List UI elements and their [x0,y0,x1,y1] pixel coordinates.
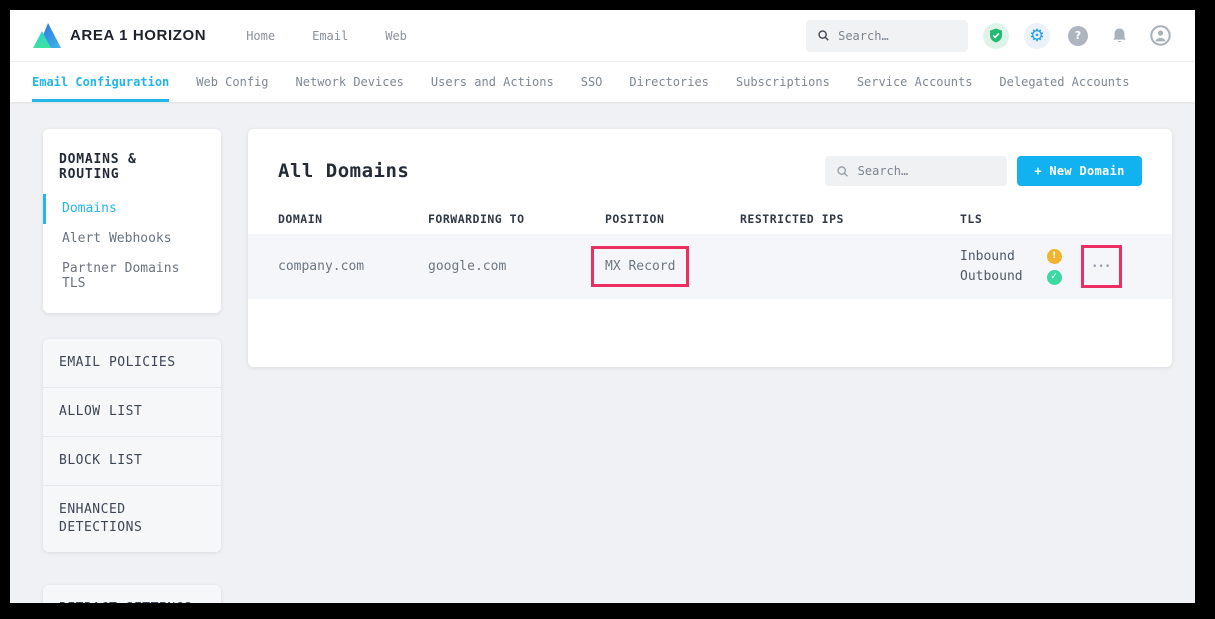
account-button[interactable] [1147,23,1173,49]
column-header-domain: DOMAIN [278,212,428,226]
top-nav: Home Email Web [246,29,407,43]
sidebar-item-enhanced-detections[interactable]: ENHANCED DETECTIONS [43,486,221,552]
shield-check-icon [989,28,1003,43]
sidebar-item-partner-domains-tls[interactable]: Partner Domains TLS [43,254,221,299]
domains-table-header: DOMAIN FORWARDING TO POSITION RESTRICTED… [248,204,1172,234]
app-window: AREA 1 HORIZON Home Email Web [10,10,1195,603]
notifications-button[interactable] [1106,23,1132,49]
column-header-forwarding-to: FORWARDING TO [428,212,605,226]
cell-forwarding-to: google.com [428,259,605,274]
panel-header: All Domains + New Domain [248,129,1172,204]
brand-logo[interactable]: AREA 1 HORIZON [32,22,206,50]
sidebar-item-alert-webhooks[interactable]: Alert Webhooks [43,224,221,254]
retract-settings-card: RETRACT SETTINGS [43,585,221,603]
bell-icon [1111,27,1128,45]
tls-inbound-label: Inbound [960,247,1023,267]
settings-tab-bar: Email Configuration Web Config Network D… [10,62,1195,102]
top-bar-actions: ⚙ ? [806,20,1173,52]
ellipsis-menu-icon[interactable]: ••• [1092,262,1111,272]
column-header-position: POSITION [605,212,740,226]
tab-users-and-actions[interactable]: Users and Actions [431,62,554,102]
policies-card: EMAIL POLICIES ALLOW LIST BLOCK LIST ENH… [43,339,221,552]
question-icon: ? [1068,26,1088,46]
sidebar-item-domains[interactable]: Domains [43,194,221,224]
tab-network-devices[interactable]: Network Devices [296,62,404,102]
tab-directories[interactable]: Directories [629,62,708,102]
content-area: DOMAINS & ROUTING Domains Alert Webhooks… [10,102,1195,603]
tls-outbound-label: Outbound [960,267,1023,287]
domains-routing-title: DOMAINS & ROUTING [43,142,221,194]
global-search[interactable] [806,20,968,52]
help-button[interactable]: ? [1065,23,1091,49]
settings-button[interactable]: ⚙ [1024,23,1050,49]
tab-subscriptions[interactable]: Subscriptions [736,62,830,102]
sidebar-item-retract-settings[interactable]: RETRACT SETTINGS [43,585,221,603]
cell-actions: ••• [1062,245,1142,288]
search-icon [837,165,848,178]
global-search-input[interactable] [838,29,956,43]
user-avatar-icon [1150,25,1171,46]
panel-header-actions: + New Domain [825,156,1141,186]
cell-tls: Inbound Outbound ! ✓ [960,247,1062,287]
tab-web-config[interactable]: Web Config [196,62,268,102]
domains-routing-card: DOMAINS & ROUTING Domains Alert Webhooks… [43,129,221,313]
page-title: All Domains [278,160,409,182]
security-status-button[interactable] [983,23,1009,49]
table-row: company.com google.com MX Record Inbound… [248,234,1172,299]
domain-search[interactable] [825,156,1007,186]
cell-position: MX Record [605,246,740,287]
new-domain-button[interactable]: + New Domain [1017,156,1141,186]
brand-name: AREA 1 HORIZON [70,27,206,44]
check-icon: ✓ [1047,270,1062,285]
top-nav-home[interactable]: Home [246,29,275,43]
column-header-restricted-ips: RESTRICTED IPS [740,212,960,226]
top-nav-web[interactable]: Web [385,29,407,43]
sidebar-item-email-policies[interactable]: EMAIL POLICIES [43,339,221,388]
cell-domain: company.com [278,259,428,274]
tab-delegated-accounts[interactable]: Delegated Accounts [999,62,1129,102]
warning-icon: ! [1047,249,1062,264]
top-bar: AREA 1 HORIZON Home Email Web [10,10,1195,62]
position-value: MX Record [605,259,675,274]
settings-sidebar: DOMAINS & ROUTING Domains Alert Webhooks… [43,129,221,603]
column-header-tls: TLS [960,212,1062,226]
annotation-box-row-actions: ••• [1081,245,1122,288]
top-nav-email[interactable]: Email [312,29,348,43]
sidebar-item-allow-list[interactable]: ALLOW LIST [43,388,221,437]
logo-triangle-icon [32,22,62,50]
gear-icon: ⚙ [1029,26,1044,46]
annotation-box-position: MX Record [591,246,689,287]
tab-service-accounts[interactable]: Service Accounts [857,62,973,102]
sidebar-item-block-list[interactable]: BLOCK LIST [43,437,221,486]
search-icon [818,29,829,42]
domain-search-input[interactable] [858,164,996,178]
all-domains-panel: All Domains + New Domain DOMAIN FORWARDI… [248,129,1172,367]
tab-sso[interactable]: SSO [581,62,603,102]
tab-email-configuration[interactable]: Email Configuration [32,62,169,102]
